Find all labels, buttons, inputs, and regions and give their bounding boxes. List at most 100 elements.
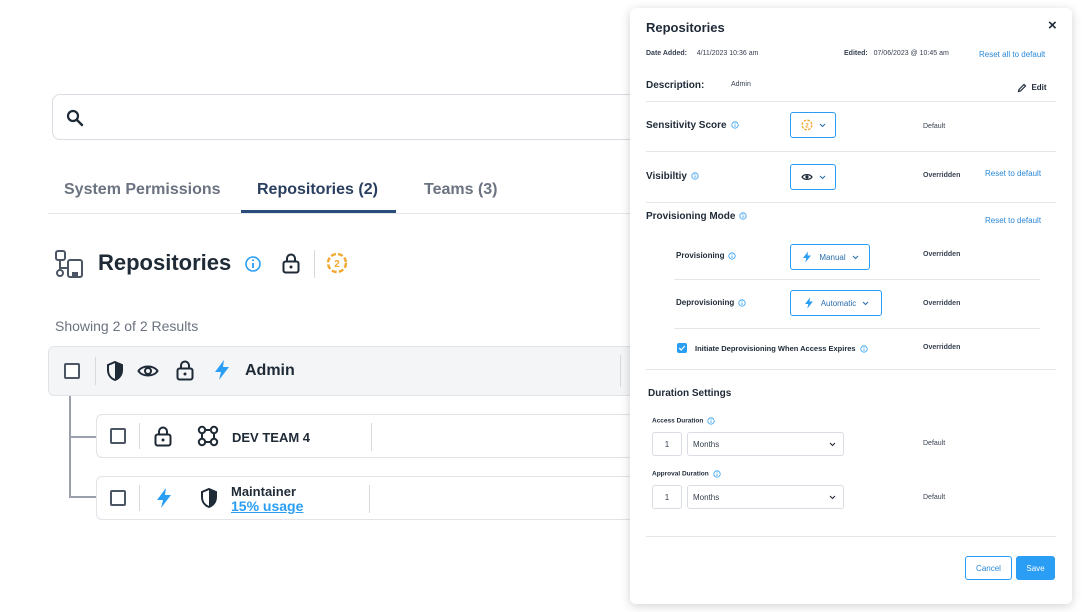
column-divider: [139, 423, 140, 449]
divider: [646, 101, 1056, 102]
visibility-dropdown[interactable]: [790, 164, 836, 190]
info-icon[interactable]: [738, 299, 746, 307]
approval-duration-row: Approval Duration: [652, 470, 721, 478]
edited-label: Edited:: [844, 50, 868, 57]
access-duration-unit-select[interactable]: Months: [687, 432, 844, 456]
usage-link[interactable]: 15% usage: [231, 498, 303, 514]
divider: [646, 536, 1056, 537]
initiate-label: Initiate Deprovisioning When Access Expi…: [695, 344, 856, 353]
row-checkbox[interactable]: [110, 490, 126, 506]
panel-title: Repositories: [646, 20, 725, 35]
provisioning-value: Manual: [819, 252, 846, 262]
column-divider: [139, 485, 140, 511]
eye-icon: [137, 365, 159, 377]
lock-icon: [176, 360, 194, 381]
results-count: Showing 2 of 2 Results: [55, 318, 199, 334]
status-badge: Overridden: [923, 172, 961, 179]
info-icon[interactable]: [713, 470, 721, 478]
approval-duration-unit-select[interactable]: Months: [687, 485, 844, 509]
info-icon[interactable]: [728, 252, 737, 260]
chevron-down-icon: [852, 255, 859, 259]
approval-duration-number-input[interactable]: 1: [652, 485, 682, 509]
row-checkbox[interactable]: [64, 363, 80, 379]
deprovisioning-value: Automatic: [820, 298, 857, 308]
edit-label: Edit: [1031, 83, 1047, 93]
divider: [674, 279, 1040, 280]
provisioning-dropdown[interactable]: Manual: [790, 244, 870, 270]
info-icon[interactable]: [244, 255, 262, 273]
row-checkbox[interactable]: [110, 428, 126, 444]
sensitivity-score-icon: 2: [801, 119, 812, 131]
deprovisioning-row: Deprovisioning: [676, 298, 746, 307]
reset-to-default-link[interactable]: Reset to default: [985, 169, 1041, 178]
info-icon[interactable]: [691, 172, 699, 180]
lock-icon: [282, 253, 300, 274]
active-tab-indicator: [241, 210, 396, 213]
search-bar[interactable]: [52, 94, 692, 140]
provisioning-label: Provisioning: [676, 251, 725, 260]
date-added-value: 4/11/2023 10:36 am: [696, 50, 759, 57]
sensitivity-label: Sensitivity Score: [646, 120, 727, 131]
provisioning-mode-label: Provisioning Mode: [646, 211, 736, 222]
cancel-button[interactable]: Cancel: [965, 556, 1012, 580]
info-icon[interactable]: [730, 121, 739, 129]
table-row[interactable]: Maintainer 15% usage: [96, 476, 656, 520]
chevron-down-icon: [829, 495, 836, 500]
table-row[interactable]: Admin: [48, 346, 648, 396]
sensitivity-score-icon: 2: [326, 252, 348, 274]
status-badge: Overridden: [923, 344, 961, 351]
column-divider: [95, 357, 96, 385]
reset-all-link[interactable]: Reset all to default: [979, 50, 1045, 59]
chevron-down-icon: [829, 442, 836, 447]
access-duration-label: Access Duration: [652, 417, 704, 425]
row-label: Maintainer: [231, 484, 297, 499]
access-duration-number-input[interactable]: 1: [652, 432, 682, 456]
save-button[interactable]: Save: [1016, 556, 1055, 580]
info-icon[interactable]: [860, 345, 868, 353]
divider: [646, 151, 1056, 152]
duration-settings-title: Duration Settings: [648, 388, 732, 399]
info-icon[interactable]: [707, 417, 715, 425]
tab-repositories[interactable]: Repositories (2): [257, 181, 378, 199]
column-divider: [371, 423, 372, 451]
divider: [646, 202, 1056, 203]
status-badge: Default: [923, 440, 946, 447]
column-divider: [620, 355, 621, 387]
lightning-icon: [215, 360, 229, 380]
edit-button[interactable]: Edit: [1017, 83, 1047, 93]
sensitivity-row: Sensitivity Score: [646, 120, 739, 131]
date-added: Date Added: 4/11/2023 10:36 am: [646, 50, 758, 57]
row-label: Admin: [245, 362, 295, 379]
tab-teams[interactable]: Teams (3): [424, 181, 498, 199]
shield-icon: [201, 487, 217, 509]
access-duration-unit-value: Months: [693, 439, 720, 449]
eye-icon: [800, 174, 813, 180]
team-network-icon: [197, 425, 219, 447]
chevron-down-icon: [819, 175, 825, 179]
description-value: Admin: [731, 81, 751, 88]
table-row[interactable]: DEV TEAM 4: [96, 414, 656, 458]
info-icon[interactable]: [739, 212, 748, 220]
close-icon[interactable]: ×: [1048, 17, 1057, 34]
initiate-deprovisioning-checkbox[interactable]: [677, 343, 687, 353]
access-duration-row: Access Duration: [652, 417, 715, 425]
score-number: 2: [334, 259, 340, 270]
visibility-row: Visibiltiy: [646, 171, 699, 182]
initiate-row: Initiate Deprovisioning When Access Expi…: [695, 344, 868, 353]
deprovisioning-dropdown[interactable]: Automatic: [790, 290, 882, 316]
tree-line: [69, 496, 96, 498]
chevron-down-icon: [862, 301, 869, 305]
tab-system-permissions[interactable]: System Permissions: [64, 181, 221, 199]
provisioning-row: Provisioning: [676, 251, 737, 260]
shield-icon: [107, 360, 123, 382]
divider: [646, 369, 1056, 370]
sensitivity-dropdown[interactable]: 2: [790, 112, 836, 138]
column-divider: [369, 485, 370, 513]
edited-value: 07/06/2023 @ 10:45 am: [873, 50, 949, 57]
reset-to-default-link[interactable]: Reset to default: [985, 216, 1041, 225]
tree-line: [69, 396, 71, 497]
status-badge: Overridden: [923, 251, 961, 258]
repository-icon: [55, 250, 83, 278]
pencil-icon: [1017, 83, 1027, 93]
approval-duration-label: Approval Duration: [652, 470, 709, 478]
